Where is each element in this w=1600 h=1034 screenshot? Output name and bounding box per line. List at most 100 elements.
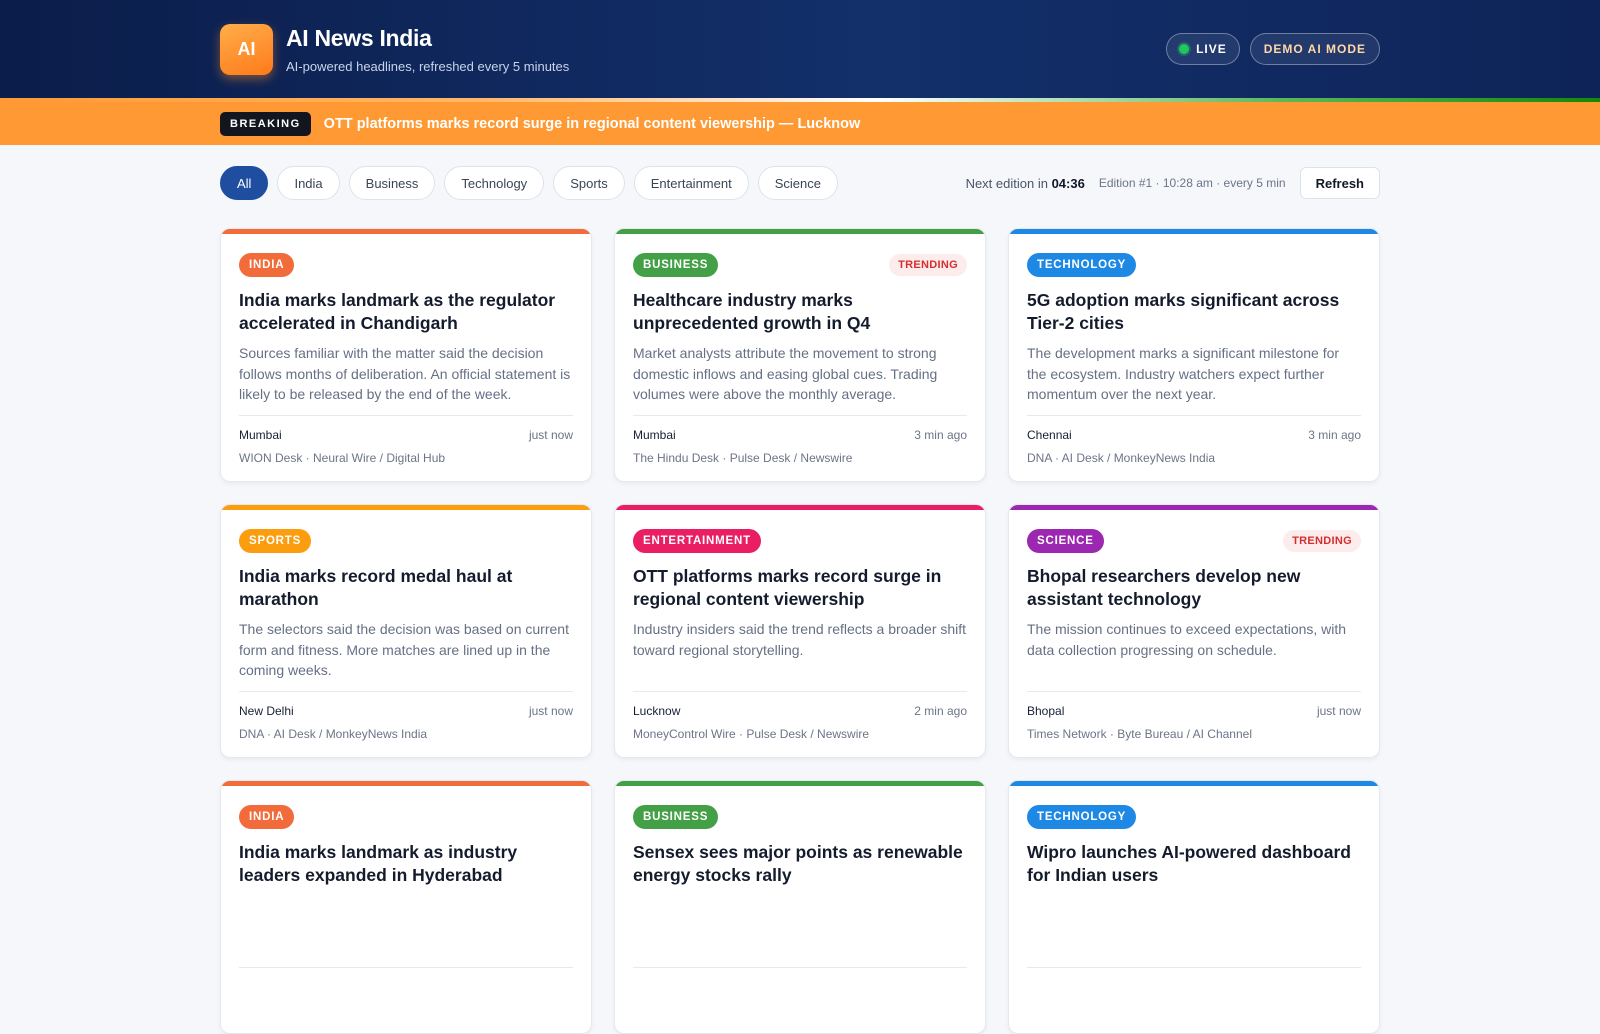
card-accent-bar — [615, 505, 985, 510]
card-meta: Bhopal just now — [1027, 704, 1361, 718]
card-time: 3 min ago — [914, 428, 967, 442]
card-top: SCIENCE TRENDING — [1027, 528, 1361, 553]
card-time: 2 min ago — [914, 704, 967, 718]
filter-chip-technology[interactable]: Technology — [444, 166, 545, 200]
card-meta: Lucknow 2 min ago — [633, 704, 967, 718]
trending-badge: TRENDING — [889, 253, 967, 276]
card-headline[interactable]: India marks record medal haul at maratho… — [239, 565, 573, 611]
card-sources: Times Network · Byte Bureau / AI Channel — [1027, 727, 1252, 741]
breaking-headline[interactable]: OTT platforms marks record surge in regi… — [324, 116, 861, 132]
card-headline[interactable]: Healthcare industry marks unprecedented … — [633, 289, 967, 335]
card-summary — [239, 895, 573, 957]
card-summary: Market analysts attribute the movement t… — [633, 345, 938, 402]
card-accent-bar — [221, 781, 591, 786]
category-badge: ENTERTAINMENT — [633, 528, 761, 553]
category-badge: SPORTS — [239, 528, 312, 553]
category-filters: All India Business Technology Sports Entertai… — [220, 166, 838, 200]
news-card[interactable]: SPORTS India marks record medal haul at m… — [220, 504, 592, 758]
edition-info: Edition #1 · 10:28 am · every 5 min — [1098, 176, 1286, 190]
live-label: LIVE — [1196, 42, 1227, 56]
card-headline[interactable]: OTT platforms marks record surge in regi… — [633, 565, 967, 611]
app-logo[interactable]: AI — [220, 23, 273, 75]
card-headline[interactable]: Bhopal researchers develop new assistant… — [1027, 565, 1361, 611]
header-inner: AI AI News India AI-powered headlines, r… — [220, 0, 1380, 98]
card-headline[interactable]: Wipro launches AI-powered dashboard for … — [1027, 841, 1361, 887]
card-meta: Mumbai just now — [239, 428, 573, 442]
card-divider — [239, 967, 573, 968]
category-badge: TECHNOLOGY — [1027, 252, 1137, 277]
card-divider — [1027, 967, 1361, 968]
card-divider — [239, 415, 573, 416]
card-accent-bar — [1009, 229, 1379, 234]
news-card[interactable]: SCIENCE TRENDING Bhopal researchers develo… — [1008, 504, 1380, 758]
card-summary — [1027, 895, 1361, 957]
filter-chip-sports[interactable]: Sports — [553, 166, 625, 200]
card-top: BUSINESS TRENDING — [633, 252, 967, 277]
card-top: TECHNOLOGY — [1027, 252, 1361, 277]
filter-chip-entertainment[interactable]: Entertainment — [633, 166, 749, 200]
header-status: LIVE DEMO AI MODE — [1166, 33, 1380, 65]
next-edition-label: Next edition in — [965, 175, 1052, 191]
refresh-button[interactable]: Refresh — [1299, 167, 1380, 199]
card-meta: Mumbai 3 min ago — [633, 428, 967, 442]
news-card[interactable]: ENTERTAINMENT OTT platforms marks record … — [614, 504, 986, 758]
card-meta: Chennai 3 min ago — [1027, 428, 1361, 442]
app-title: AI News India — [286, 24, 432, 51]
card-summary: The selectors said the decision was base… — [239, 621, 569, 678]
category-badge: INDIA — [239, 804, 295, 829]
card-headline[interactable]: Sensex sees major points as renewable en… — [633, 841, 967, 887]
live-dot-icon — [1179, 44, 1190, 54]
card-divider — [633, 967, 967, 968]
news-card[interactable]: INDIA India marks landmark as industry le… — [220, 780, 592, 1034]
breaking-badge: BREAKING — [220, 111, 311, 136]
card-accent-bar — [1009, 505, 1379, 510]
card-headline[interactable]: India marks landmark as industry leaders… — [239, 841, 573, 887]
category-badge: SCIENCE — [1027, 528, 1104, 553]
card-top: BUSINESS — [633, 804, 967, 829]
card-sources: MoneyControl Wire · Pulse Desk / Newswir… — [633, 727, 870, 741]
app-subtitle: AI-powered headlines, refreshed every 5 … — [286, 58, 570, 74]
card-divider — [1027, 415, 1361, 416]
card-accent-bar — [221, 505, 591, 510]
news-card[interactable]: INDIA India marks landmark as the regulat… — [220, 228, 592, 482]
card-city: Mumbai — [239, 428, 282, 442]
card-accent-bar — [1009, 781, 1379, 786]
card-top: INDIA — [239, 252, 573, 277]
card-time: 3 min ago — [1308, 428, 1361, 442]
card-time: just now — [528, 704, 573, 718]
news-card[interactable]: BUSINESS TRENDING Healthcare industry mark… — [614, 228, 986, 482]
card-sources: WION Desk · Neural Wire / Digital Hub — [239, 451, 446, 465]
card-city: Chennai — [1027, 428, 1072, 442]
breaking-banner: BREAKING OTT platforms marks record surg… — [0, 102, 1600, 145]
card-accent-bar — [615, 781, 985, 786]
card-sources: The Hindu Desk · Pulse Desk / Newswire — [633, 451, 853, 465]
category-badge: TECHNOLOGY — [1027, 804, 1137, 829]
card-summary: Sources familiar with the matter said th… — [239, 345, 571, 402]
card-city: New Delhi — [239, 704, 294, 718]
card-city: Lucknow — [633, 704, 681, 718]
card-headline[interactable]: 5G adoption marks significant across Tie… — [1027, 289, 1361, 335]
news-card[interactable]: BUSINESS Sensex sees major points as rene… — [614, 780, 986, 1034]
countdown-timer: 04:36 — [1051, 175, 1085, 191]
category-badge: BUSINESS — [633, 252, 719, 277]
toolbar: All India Business Technology Sports Entertai… — [220, 165, 1380, 201]
filter-chip-science[interactable]: Science — [757, 166, 838, 200]
category-badge: BUSINESS — [633, 804, 719, 829]
filter-chip-business[interactable]: Business — [348, 166, 436, 200]
card-divider — [239, 691, 573, 692]
card-summary — [633, 895, 967, 957]
news-grid: INDIA India marks landmark as the regulat… — [220, 228, 1380, 1034]
tricolor-stripe — [0, 98, 1600, 102]
demo-mode-badge[interactable]: DEMO AI MODE — [1249, 33, 1380, 65]
news-card[interactable]: TECHNOLOGY 5G adoption marks significant … — [1008, 228, 1380, 482]
card-accent-bar — [615, 229, 985, 234]
news-card[interactable]: TECHNOLOGY Wipro launches AI-powered dash… — [1008, 780, 1380, 1034]
filter-chip-all[interactable]: All — [220, 166, 269, 200]
filter-chip-india[interactable]: India — [277, 166, 340, 200]
card-accent-bar — [221, 229, 591, 234]
card-top: ENTERTAINMENT — [633, 528, 967, 553]
card-sources: DNA · AI Desk / MonkeyNews India — [239, 727, 428, 741]
card-city: Mumbai — [633, 428, 676, 442]
card-headline[interactable]: India marks landmark as the regulator ac… — [239, 289, 573, 335]
card-top: TECHNOLOGY — [1027, 804, 1361, 829]
